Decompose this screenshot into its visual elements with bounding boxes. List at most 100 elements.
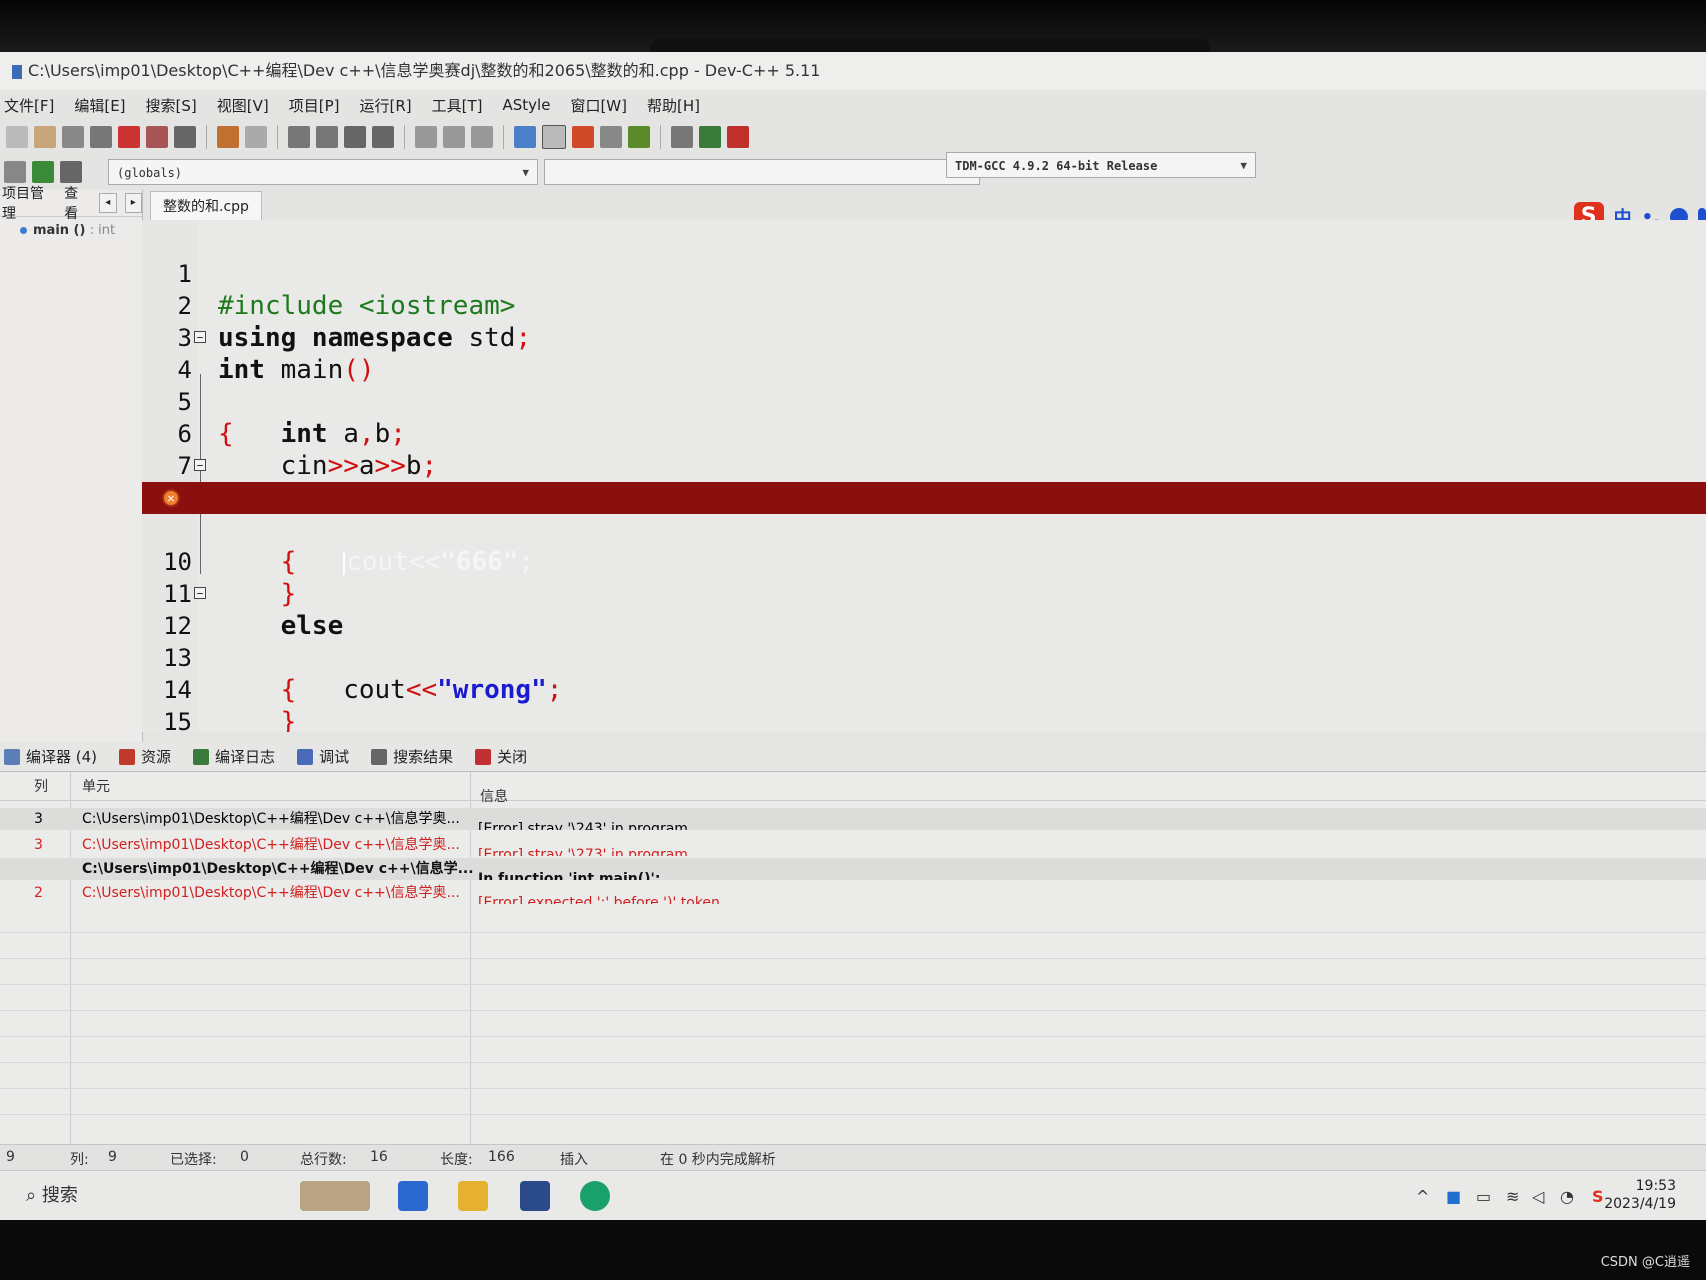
menu-file[interactable]: 文件[F] <box>4 95 54 116</box>
tab-compile-log[interactable]: 编译日志 <box>193 746 275 767</box>
code-line: 8 − { <box>142 450 1706 577</box>
status-col: 9 <box>108 1149 117 1165</box>
new-project-icon[interactable] <box>4 161 26 183</box>
save-all-icon[interactable] <box>90 126 112 148</box>
tab-class-view[interactable]: 查看 <box>64 183 91 223</box>
resources-icon <box>119 748 136 765</box>
rebuild-icon[interactable] <box>600 126 622 148</box>
menu-project[interactable]: 项目[P] <box>289 95 340 116</box>
menu-run[interactable]: 运行[R] <box>359 95 411 116</box>
widgets-icon[interactable] <box>300 1181 370 1211</box>
fold-toggle-icon[interactable]: − <box>194 587 206 599</box>
save-icon[interactable] <box>62 126 84 148</box>
tab-search-results[interactable]: 搜索结果 <box>371 746 453 767</box>
secondary-toolbar: (globals) ▼ ▼ TDM-GCC 4.9.2 64-bit Releas… <box>0 152 1706 190</box>
window-title: C:\Users\imp01\Desktop\C++编程\Dev c++\信息学… <box>28 61 821 80</box>
windows-taskbar: ⌕ 搜索 ^ ■ ▭ ≋ ◁ ◔ S 19:53 2023/4/19 <box>0 1170 1706 1220</box>
tab-project[interactable]: 项目管理 <box>2 183 56 223</box>
grid-line <box>0 1010 1706 1011</box>
menu-window[interactable]: 窗口[W] <box>570 95 627 116</box>
unindent-icon[interactable] <box>372 126 394 148</box>
grid-line <box>0 1036 1706 1037</box>
compile-run-icon[interactable] <box>572 126 594 148</box>
insert-icon[interactable] <box>32 161 54 183</box>
fold-toggle-icon[interactable]: − <box>194 459 206 471</box>
search-icon: ⌕ <box>26 1185 37 1206</box>
chevron-left-icon[interactable]: ◂ <box>99 193 117 213</box>
compiler-combo[interactable]: TDM-GCC 4.9.2 64-bit Release ▼ <box>946 152 1256 178</box>
status-total: 16 <box>370 1149 388 1165</box>
file-tab[interactable]: 整数的和.cpp <box>150 191 262 220</box>
function-icon <box>20 227 27 234</box>
grid-line <box>0 1114 1706 1115</box>
devcpp-icon[interactable] <box>520 1181 550 1211</box>
message-row[interactable]: 2 C:\Users\imp01\Desktop\C++编程\Dev c++\信… <box>0 882 1706 904</box>
file-explorer-icon[interactable] <box>458 1181 488 1211</box>
tab-compiler[interactable]: 编译器 (4) <box>4 746 97 767</box>
compiler-messages: 列 单元 信息 3 C:\Users\imp01\Desktop\C++编程\D… <box>0 772 1706 1202</box>
wifi-icon[interactable]: ◔ <box>1560 1187 1574 1206</box>
tab-compiler-label: 编译器 (4) <box>26 748 98 766</box>
tray-app-icon[interactable]: ■ <box>1446 1187 1461 1206</box>
toolbar-separator <box>503 125 504 149</box>
status-total-label: 总行数: <box>300 1152 347 1168</box>
status-line: 9 <box>6 1149 15 1165</box>
code-line: 14 } <box>142 642 1706 732</box>
replace-icon[interactable] <box>316 126 338 148</box>
forward-icon[interactable] <box>443 126 465 148</box>
message-row[interactable]: C:\Users\imp01\Desktop\C++编程\Dev c++\信息学… <box>0 858 1706 880</box>
syntax-check-icon[interactable] <box>628 126 650 148</box>
find-icon[interactable] <box>288 126 310 148</box>
menu-tools[interactable]: 工具[T] <box>432 95 483 116</box>
profile-icon[interactable] <box>699 126 721 148</box>
menu-search[interactable]: 搜索[S] <box>146 95 197 116</box>
open-file-icon[interactable] <box>34 126 56 148</box>
menu-astyle[interactable]: AStyle <box>503 96 551 114</box>
volume-icon[interactable]: ◁ <box>1532 1187 1544 1206</box>
stop-icon[interactable] <box>671 126 693 148</box>
compile-icon[interactable] <box>514 126 536 148</box>
back-icon[interactable] <box>415 126 437 148</box>
mail-icon[interactable] <box>398 1181 428 1211</box>
taskbar-search[interactable]: ⌕ 搜索 <box>26 1179 296 1213</box>
edge-icon[interactable] <box>580 1181 610 1211</box>
members-combo[interactable]: ▼ <box>544 159 980 185</box>
toggle-bookmark-icon[interactable] <box>60 161 82 183</box>
code-editor[interactable]: 1 #include <iostream> 2 using namespace … <box>142 220 1706 732</box>
message-row[interactable]: 3 C:\Users\imp01\Desktop\C++编程\Dev c++\信… <box>0 808 1706 830</box>
globals-combo[interactable]: (globals) ▼ <box>108 159 538 185</box>
header-info: 信息 <box>480 789 508 805</box>
menu-view[interactable]: 视图[V] <box>217 95 269 116</box>
message-row[interactable]: 3 C:\Users\imp01\Desktop\C++编程\Dev c++\信… <box>0 834 1706 856</box>
chevron-right-icon[interactable]: ▸ <box>124 193 142 213</box>
battery-icon[interactable]: ▭ <box>1476 1187 1491 1206</box>
tab-close[interactable]: 关闭 <box>475 746 527 767</box>
bookmark-icon[interactable] <box>471 126 493 148</box>
tree-item-main[interactable]: main () <box>33 223 85 238</box>
toolbar-separator <box>660 125 661 149</box>
close-file-icon[interactable] <box>118 126 140 148</box>
close-all-icon[interactable] <box>146 126 168 148</box>
sogou-tray-icon[interactable]: S <box>1592 1187 1604 1206</box>
redo-icon[interactable] <box>245 126 267 148</box>
grid-line <box>0 984 1706 985</box>
taskbar-clock[interactable]: 19:53 2023/4/19 <box>1604 1177 1676 1213</box>
fold-toggle-icon[interactable]: − <box>194 331 206 343</box>
tab-resources[interactable]: 资源 <box>119 746 171 767</box>
menu-help[interactable]: 帮助[H] <box>647 95 700 116</box>
debug-icon[interactable] <box>727 126 749 148</box>
network-icon[interactable]: ≋ <box>1506 1187 1519 1206</box>
print-icon[interactable] <box>174 126 196 148</box>
indent-icon[interactable] <box>344 126 366 148</box>
new-file-icon[interactable] <box>6 126 28 148</box>
code-line: 6 cin>>a>>b; <box>142 386 1706 481</box>
code-line: 11 else <box>142 546 1706 641</box>
undo-icon[interactable] <box>217 126 239 148</box>
tab-debug-label: 调试 <box>319 748 350 766</box>
run-icon[interactable] <box>542 125 566 149</box>
menu-edit[interactable]: 编辑[E] <box>74 95 125 116</box>
status-bar: 9 列: 9 已选择: 0 总行数: 16 长度: 166 插入 在 0 秒内完… <box>0 1144 1706 1171</box>
tab-debug[interactable]: 调试 <box>297 746 349 767</box>
chevron-up-icon[interactable]: ^ <box>1416 1187 1429 1206</box>
checkmark-icon <box>297 748 314 765</box>
